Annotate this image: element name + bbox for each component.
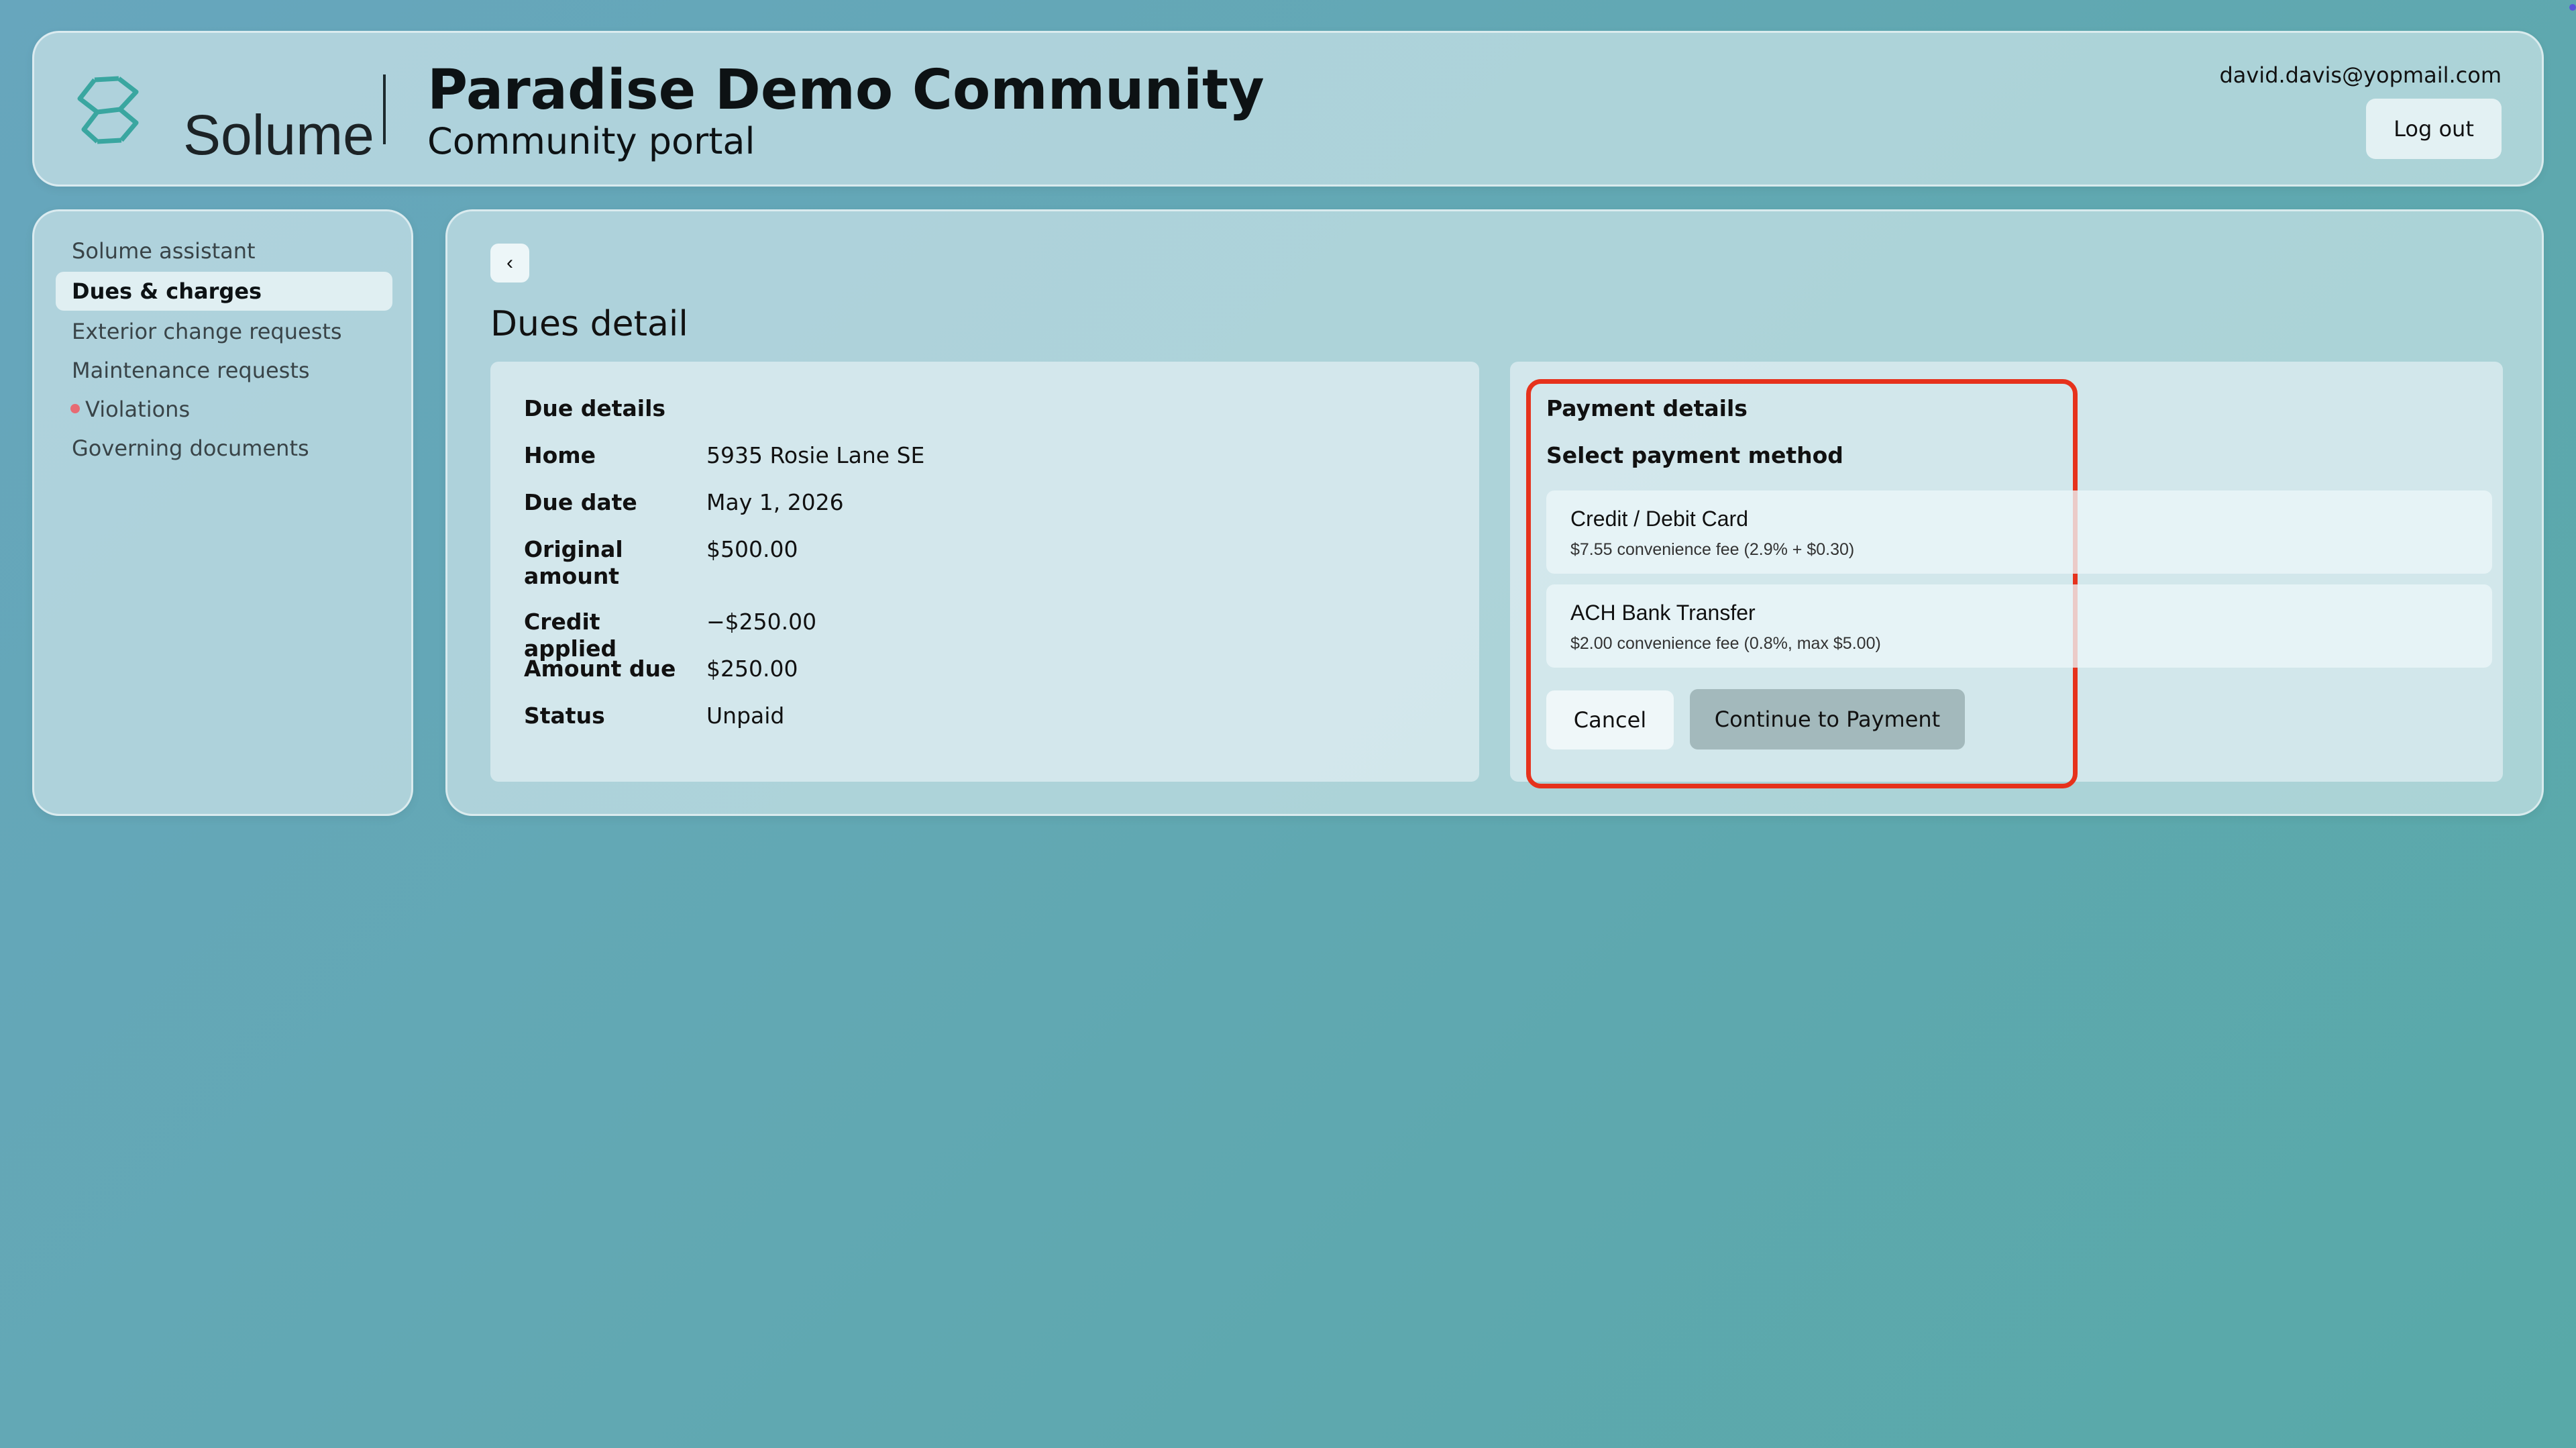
sidebar-item-label: Governing documents <box>72 435 309 461</box>
cancel-button[interactable]: Cancel <box>1546 690 1674 749</box>
payment-method-fee: $7.55 convenience fee (2.9% + $0.30) <box>1570 540 1855 559</box>
sidebar-item-maintenance-requests[interactable]: Maintenance requests <box>56 351 392 390</box>
payment-method-ach[interactable]: ACH Bank Transfer $2.00 convenience fee … <box>1546 584 2492 668</box>
sidebar-item-label: Violations <box>85 397 191 422</box>
main-panel: ‹ Dues detail Due details Home 5935 Rosi… <box>445 209 2544 816</box>
sidebar-item-solume-assistant[interactable]: Solume assistant <box>56 231 392 270</box>
corner-indicator <box>2569 4 2576 11</box>
back-button[interactable]: ‹ <box>490 244 529 282</box>
portal-label: Community portal <box>427 120 755 162</box>
due-date-label: Due date <box>524 489 637 515</box>
status-label: Status <box>524 703 605 729</box>
original-amount-label: Original amount <box>524 536 623 589</box>
payment-method-name: Credit / Debit Card <box>1570 507 1748 531</box>
user-email: david.davis@yopmail.com <box>2219 62 2502 88</box>
app-header: Solume Paradise Demo Community Community… <box>32 31 2544 187</box>
due-details-card: Due details Home 5935 Rosie Lane SE Due … <box>490 362 1479 782</box>
sidebar-item-label: Solume assistant <box>72 238 256 264</box>
select-payment-method-label: Select payment method <box>1546 442 1843 468</box>
credit-applied-value: −$250.00 <box>706 609 817 635</box>
payment-details-title: Payment details <box>1546 395 1748 421</box>
original-amount-value: $500.00 <box>706 536 798 562</box>
credit-applied-label: Credit applied <box>524 609 617 662</box>
chevron-left-icon: ‹ <box>506 252 513 274</box>
sidebar-item-dues-charges[interactable]: Dues & charges <box>56 272 392 311</box>
continue-to-payment-button[interactable]: Continue to Payment <box>1690 689 1965 749</box>
page-title: Dues detail <box>490 304 688 344</box>
community-name: Paradise Demo Community <box>427 58 1265 122</box>
header-divider <box>383 74 386 144</box>
solume-logo-icon <box>77 76 139 144</box>
sidebar-item-governing-documents[interactable]: Governing documents <box>56 429 392 468</box>
home-label: Home <box>524 442 596 468</box>
payment-method-name: ACH Bank Transfer <box>1570 601 1756 625</box>
alert-dot-icon <box>70 404 80 413</box>
brand-name: Solume <box>183 103 374 166</box>
amount-due-label: Amount due <box>524 656 676 682</box>
payment-method-card[interactable]: Credit / Debit Card $7.55 convenience fe… <box>1546 490 2492 574</box>
home-value: 5935 Rosie Lane SE <box>706 442 925 468</box>
sidebar-item-violations[interactable]: Violations <box>56 390 392 429</box>
logout-button[interactable]: Log out <box>2366 99 2502 159</box>
payment-method-fee: $2.00 convenience fee (0.8%, max $5.00) <box>1570 634 1881 653</box>
due-details-title: Due details <box>524 395 666 421</box>
sidebar-item-label: Maintenance requests <box>72 358 310 383</box>
sidebar-item-label: Exterior change requests <box>72 319 342 344</box>
sidebar-item-exterior-change-requests[interactable]: Exterior change requests <box>56 312 392 351</box>
sidebar-item-label: Dues & charges <box>72 278 262 304</box>
status-value: Unpaid <box>706 703 785 729</box>
amount-due-value: $250.00 <box>706 656 798 682</box>
sidebar-nav: Solume assistant Dues & charges Exterior… <box>32 209 413 816</box>
due-date-value: May 1, 2026 <box>706 489 844 515</box>
